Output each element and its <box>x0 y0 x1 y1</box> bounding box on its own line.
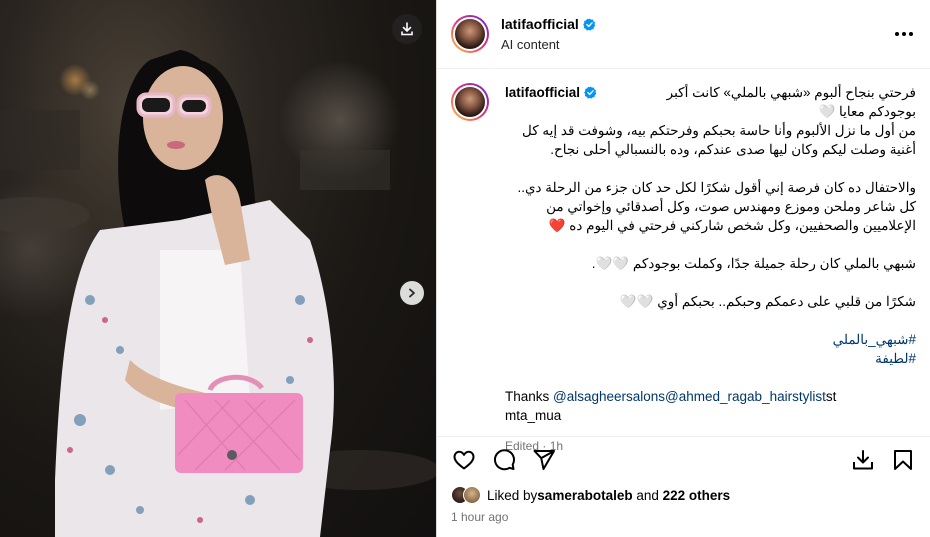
caption-line-2: بوجودكم معايا 🤍 <box>818 104 916 119</box>
comment-button[interactable] <box>491 447 517 473</box>
caption-line: شكرًا من قلبي على دعمكم وحبكم.. بحبكم أو… <box>619 294 916 309</box>
bookmark-button[interactable] <box>890 447 916 473</box>
photo-subject <box>0 50 436 537</box>
likes-middle: and <box>632 487 663 503</box>
post-container: latifaofficial AI content latifaofficial <box>0 0 930 537</box>
caption-username[interactable]: latifaofficial <box>505 83 597 102</box>
verified-badge-icon <box>582 17 596 31</box>
caption-line: والاحتفال ده كان فرصة إني أقول شكرًا لكل… <box>517 180 916 195</box>
post-header: latifaofficial AI content <box>437 0 930 69</box>
avatar[interactable] <box>451 83 489 121</box>
caption-block: latifaofficial فرحتي بنجاح ألبوم «شبهي ب… <box>437 69 930 456</box>
more-options-button[interactable] <box>892 22 916 46</box>
more-dot-icon <box>902 32 906 36</box>
liker-avatars[interactable] <box>451 486 481 504</box>
liker-username[interactable]: samerabotaleb <box>537 488 632 503</box>
download-tray-icon <box>853 449 873 469</box>
caption-line: أغنية وصلت ليكم وكان ليها صدى عندكم، وده… <box>550 142 916 157</box>
post-side-panel: latifaofficial AI content latifaofficial <box>436 0 930 537</box>
header-subtitle[interactable]: AI content <box>501 37 892 52</box>
thanks-line-2: mta_mua <box>505 408 562 423</box>
avatar[interactable] <box>451 15 489 53</box>
action-bar <box>437 436 930 482</box>
action-bar-right <box>836 447 916 473</box>
header-text: latifaofficial AI content <box>501 16 892 52</box>
verified-badge-icon <box>584 86 597 99</box>
likes-summary: Liked by samerabotaleb and 222 others <box>451 486 730 504</box>
share-button[interactable] <box>531 447 557 473</box>
post-photo[interactable] <box>0 0 436 537</box>
caption-username-label[interactable]: latifaofficial <box>505 83 580 102</box>
caption-line-1: فرحتي بنجاح ألبوم «شبهي بالملي» كانت أكب… <box>666 85 916 100</box>
download-button[interactable] <box>392 14 422 44</box>
liker-avatar <box>463 486 481 504</box>
caption-line: شبهي بالملي كان رحلة جميلة جدًا، وكملت ب… <box>591 256 916 271</box>
thanks-line: Thanks @alsagheersalons@ahmed_ragab_hair… <box>505 387 916 406</box>
header-username[interactable]: latifaofficial <box>501 16 892 32</box>
post-timestamp[interactable]: 1 hour ago <box>451 510 508 524</box>
send-icon <box>533 449 555 470</box>
bookmark-icon <box>894 449 912 470</box>
thanks-suffix: st <box>825 389 837 404</box>
save-download-button[interactable] <box>850 447 876 473</box>
header-username-label[interactable]: latifaofficial <box>501 16 579 32</box>
chevron-right-icon <box>409 288 415 298</box>
thanks-prefix: Thanks <box>505 389 554 404</box>
mention-link[interactable]: @alsagheersalons@ahmed_ragab_hairstylist <box>553 389 826 404</box>
more-dot-icon <box>909 32 913 36</box>
caption-line: كل شاعر وملحن وموزع ومهندس صوت، وكل أصدق… <box>546 199 916 214</box>
next-image-button[interactable] <box>400 281 424 305</box>
likes-others-link[interactable]: 222 others <box>663 488 731 503</box>
download-icon <box>401 22 413 36</box>
caption-text: latifaofficial فرحتي بنجاح ألبوم «شبهي ب… <box>505 83 916 456</box>
hashtag-link[interactable]: #لطيفة <box>505 349 916 368</box>
caption-line: من أول ما نزل الألبوم وأنا حاسة بحبكم وف… <box>522 123 916 138</box>
heart-icon <box>453 450 475 469</box>
like-button[interactable] <box>451 447 477 473</box>
more-dot-icon <box>895 32 899 36</box>
likes-prefix: Liked by <box>487 487 538 503</box>
comment-icon <box>493 448 515 470</box>
caption-line: الإعلاميين والصحفيين، وكل شخص شاركني فرح… <box>548 218 916 233</box>
hashtag-link[interactable]: #شبهي_بالملي <box>505 330 916 349</box>
caption-first-line: latifaofficial فرحتي بنجاح ألبوم «شبهي ب… <box>505 83 916 102</box>
